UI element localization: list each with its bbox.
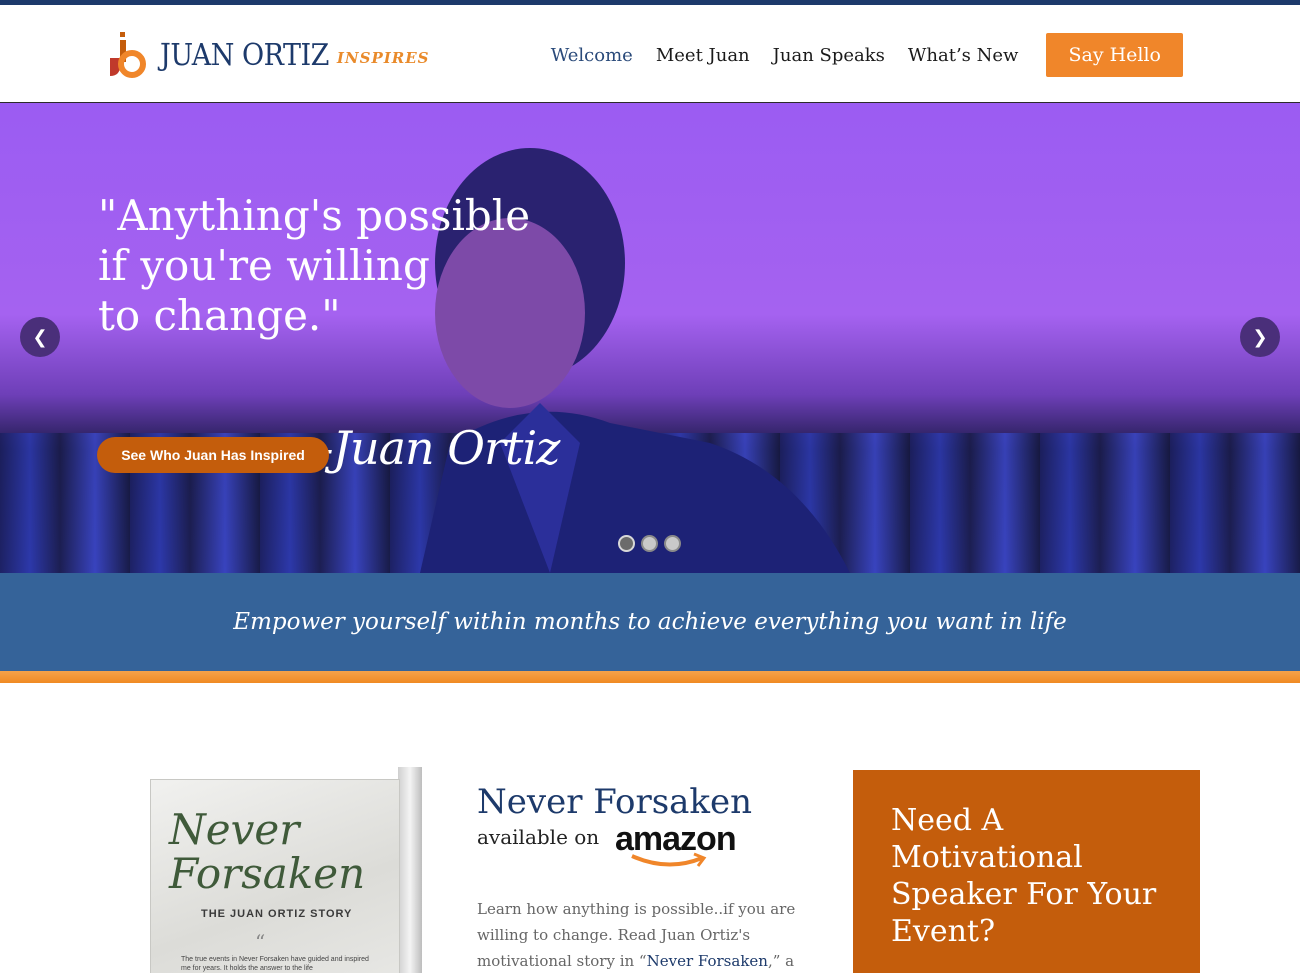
see-who-juan-has-inspired-button[interactable]: See Who Juan Has Inspired (97, 437, 329, 473)
amazon-smile-icon (631, 852, 707, 867)
slider-dot-3[interactable] (664, 535, 681, 552)
slider-dots (618, 535, 681, 552)
hero-quote: "Anything's possible if you're willing t… (98, 191, 531, 340)
book-front: Never Forsaken THE JUAN ORTIZ STORY “ Th… (150, 779, 400, 973)
logo-name: JUAN ORTIZ (160, 37, 329, 73)
book-cover-title-line2: Forsaken (169, 849, 366, 898)
never-forsaken-link[interactable]: Never Forsaken (647, 952, 768, 970)
book-spine (398, 767, 422, 973)
orange-divider (0, 671, 1300, 683)
main-nav: Welcome Meet Juan Juan Speaks What’s New… (528, 33, 1183, 77)
slider-dot-2[interactable] (641, 535, 658, 552)
banner-text: Empower yourself within months to achiev… (233, 609, 1067, 635)
logo-mark-icon (110, 32, 146, 78)
nav-item-juan-speaks[interactable]: Juan Speaks (773, 45, 885, 66)
nav-item-welcome[interactable]: Welcome (551, 45, 633, 66)
book-cover-title-line1: Never (169, 805, 300, 854)
chevron-right-icon: ❯ (1252, 326, 1268, 348)
slider-next-button[interactable]: ❯ (1240, 317, 1280, 357)
promo-body: Learn how anything is possible..if you a… (477, 896, 807, 973)
quote-mark-icon: “ (255, 930, 266, 954)
promo-available-on: available on (477, 825, 600, 849)
speaker-cta-box[interactable]: Need A Motivational Speaker For Your Eve… (853, 770, 1200, 973)
chevron-left-icon: ❮ (32, 326, 48, 348)
hero-slider: "Anything's possible if you're willing t… (0, 103, 1300, 573)
site-header: JUAN ORTIZ INSPIRES Welcome Meet Juan Ju… (0, 5, 1300, 103)
book-cover-subtitle: THE JUAN ORTIZ STORY (201, 908, 353, 920)
slider-dot-1[interactable] (618, 535, 635, 552)
hero-signature: -Juan Ortiz (318, 421, 560, 475)
book-cover-quote: The true events in Never Forsaken have g… (181, 956, 369, 972)
slider-prev-button[interactable]: ❮ (20, 317, 60, 357)
speaker-cta-text: Need A Motivational Speaker For Your Eve… (891, 803, 1157, 949)
tagline-banner: Empower yourself within months to achiev… (0, 573, 1300, 671)
nav-item-whats-new[interactable]: What’s New (908, 45, 1019, 66)
book-cover-title: Never Forsaken (169, 808, 365, 896)
logo-tagline: INSPIRES (336, 49, 430, 67)
promo-title: Never Forsaken (477, 782, 753, 822)
promo-body-tail: ,” a (767, 952, 795, 970)
book-cover-image[interactable]: Never Forsaken THE JUAN ORTIZ STORY “ Th… (150, 757, 422, 973)
say-hello-button[interactable]: Say Hello (1046, 33, 1183, 77)
site-logo[interactable]: JUAN ORTIZ INSPIRES (106, 32, 429, 78)
nav-item-meet-juan[interactable]: Meet Juan (656, 45, 750, 66)
